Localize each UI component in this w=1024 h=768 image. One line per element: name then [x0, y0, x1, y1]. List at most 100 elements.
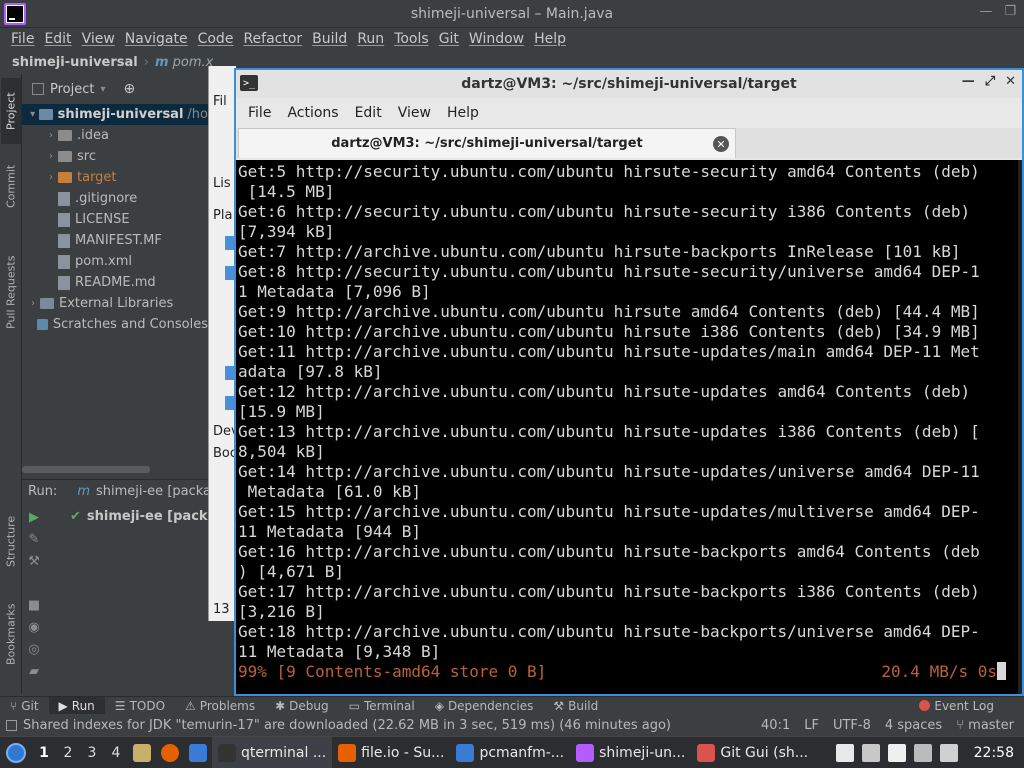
- locate-icon[interactable]: ⊕: [124, 81, 136, 97]
- chevron-icon[interactable]: ›: [26, 298, 40, 309]
- library-icon: [40, 298, 54, 309]
- rerun-icon[interactable]: ▶: [22, 506, 46, 528]
- close-icon[interactable]: ✕: [1005, 74, 1016, 89]
- chevron-icon[interactable]: ›: [44, 151, 58, 162]
- file-encoding[interactable]: UTF-8: [833, 718, 871, 733]
- git-branch[interactable]: ⑂ master: [956, 718, 1014, 733]
- camera-icon[interactable]: ◎: [22, 638, 46, 660]
- monitor-icon[interactable]: [939, 743, 958, 762]
- menu-edit[interactable]: Edit: [39, 31, 76, 47]
- terminal-menu-file[interactable]: File: [240, 105, 279, 121]
- terminal-menu-actions[interactable]: Actions: [279, 105, 346, 121]
- menu-file[interactable]: File: [6, 31, 39, 47]
- menu-run[interactable]: Run: [352, 31, 389, 47]
- tool-tab-build[interactable]: ⚒ Build: [543, 697, 608, 715]
- project-tree-item[interactable]: › .idea: [22, 125, 208, 146]
- menu-git[interactable]: Git: [434, 31, 464, 47]
- workspace-2[interactable]: 2: [56, 737, 80, 768]
- menu-tools[interactable]: Tools: [389, 31, 434, 47]
- tool-tab-terminal[interactable]: ▭ Terminal: [339, 697, 425, 715]
- project-tree-item[interactable]: › External Libraries: [22, 293, 208, 314]
- project-tree-item[interactable]: LICENSE: [22, 209, 208, 230]
- minimize-icon[interactable]: —: [979, 4, 992, 19]
- status-message[interactable]: Shared indexes for JDK "temurin-17" are …: [6, 718, 761, 733]
- workspace-3[interactable]: 3: [80, 737, 104, 768]
- tab-project[interactable]: Project: [1, 78, 21, 144]
- tool-tab-git[interactable]: ⑂ Git: [0, 697, 49, 715]
- project-tree-item[interactable]: Scratches and Consoles: [22, 314, 208, 335]
- tool-tab-debug[interactable]: ✱ Debug: [265, 697, 339, 715]
- terminal-menu-edit[interactable]: Edit: [347, 105, 390, 121]
- chevron-down-icon[interactable]: ▾: [100, 84, 105, 95]
- tab-pull-requests[interactable]: Pull Requests: [1, 240, 21, 344]
- run-config-tab[interactable]: shimeji-ee [packa: [96, 484, 211, 499]
- launcher-desktop[interactable]: [184, 737, 212, 768]
- terminal-output[interactable]: Get:5 http://security.ubuntu.com/ubuntu …: [236, 160, 1022, 694]
- event-log-button[interactable]: Event Log: [919, 699, 994, 713]
- tool-tab-run[interactable]: ▶ Run: [48, 696, 105, 715]
- project-tree-item[interactable]: ▾ shimeji-universal/ho: [22, 104, 208, 125]
- terminal-titlebar[interactable]: >_ dartz@VM3: ~/src/shimeji-universal/ta…: [236, 70, 1022, 98]
- tool-tab-todo[interactable]: ☰ TODO: [105, 697, 175, 715]
- tool-tab-dependencies[interactable]: ◈ Dependencies: [425, 697, 544, 715]
- network-icon[interactable]: [913, 743, 932, 762]
- stop-icon[interactable]: ■: [22, 594, 46, 616]
- project-tree-item[interactable]: MANIFEST.MF: [22, 230, 208, 251]
- terminal-menu-view[interactable]: View: [390, 105, 439, 121]
- notes-icon[interactable]: [887, 743, 906, 762]
- status-toggle-icon[interactable]: [6, 719, 17, 731]
- project-tree-item[interactable]: README.md: [22, 272, 208, 293]
- workspace-4[interactable]: 4: [104, 737, 128, 768]
- pin-icon[interactable]: ▰: [22, 660, 46, 682]
- taskbar-task[interactable]: Git Gui (sh...: [691, 737, 814, 768]
- workspace-1[interactable]: 1: [32, 737, 56, 768]
- clock[interactable]: 22:58: [974, 745, 1014, 761]
- file-icon: [58, 233, 70, 248]
- taskbar-task[interactable]: pcmanfm-...: [450, 737, 570, 768]
- tab-bookmarks[interactable]: Bookmarks: [1, 594, 21, 674]
- menu-refactor[interactable]: Refactor: [238, 31, 307, 47]
- breadcrumb-project[interactable]: shimeji-universal: [12, 55, 138, 70]
- project-tree-item[interactable]: › src: [22, 146, 208, 167]
- volume-icon[interactable]: [861, 743, 880, 762]
- terminal-scrollbar[interactable]: [1018, 160, 1022, 694]
- start-menu-button[interactable]: [0, 737, 32, 768]
- caret-position[interactable]: 40:1: [761, 718, 790, 733]
- chevron-icon[interactable]: ▾: [26, 109, 39, 120]
- project-tree-item[interactable]: › target: [22, 167, 208, 188]
- project-tree-item[interactable]: pom.xml: [22, 251, 208, 272]
- horizontal-scrollbar[interactable]: [22, 466, 150, 473]
- terminal-tab[interactable]: dartz@VM3: ~/src/shimeji-universal/targe…: [238, 128, 736, 158]
- maximize-icon[interactable]: ❐: [1004, 4, 1016, 19]
- menu-build[interactable]: Build: [307, 31, 352, 47]
- line-ending[interactable]: LF: [804, 718, 819, 733]
- breadcrumb-file[interactable]: m pom.x: [155, 55, 213, 70]
- tool-tab-problems[interactable]: ⚠ Problems: [175, 697, 265, 715]
- menu-window[interactable]: Window: [464, 31, 529, 47]
- chevron-icon[interactable]: ›: [44, 172, 58, 183]
- terminal-menu-help[interactable]: Help: [439, 105, 487, 121]
- taskbar-task[interactable]: qterminal ...: [212, 736, 333, 768]
- maximize-icon[interactable]: ⤢: [985, 74, 995, 89]
- indent-setting[interactable]: 4 spaces: [885, 718, 942, 733]
- menu-help[interactable]: Help: [529, 31, 571, 47]
- launcher-file-manager[interactable]: [128, 737, 156, 768]
- menu-view[interactable]: View: [77, 31, 120, 47]
- launcher-firefox[interactable]: [156, 737, 184, 768]
- tab-structure[interactable]: Structure: [1, 504, 21, 578]
- debug-icon[interactable]: ✎: [22, 528, 46, 550]
- wrench-icon[interactable]: ⚒: [22, 550, 46, 572]
- run-tree-row[interactable]: ✔ shimeji-ee [pack: [70, 506, 208, 526]
- clipboard-icon[interactable]: [835, 743, 854, 762]
- minimize-icon[interactable]: —: [962, 74, 975, 89]
- close-tab-icon[interactable]: ✕: [713, 136, 729, 152]
- chevron-icon[interactable]: ›: [44, 130, 58, 141]
- menu-navigate[interactable]: Navigate: [120, 31, 193, 47]
- taskbar-task[interactable]: file.io - Su...: [332, 737, 450, 768]
- project-tree-item[interactable]: .gitignore: [22, 188, 208, 209]
- eye-icon[interactable]: ◉: [22, 616, 46, 638]
- tab-commit[interactable]: Commit: [1, 156, 21, 216]
- taskbar-task[interactable]: shimeji-un...: [570, 737, 691, 768]
- menu-code[interactable]: Code: [193, 31, 239, 47]
- project-panel-title[interactable]: Project: [50, 82, 94, 97]
